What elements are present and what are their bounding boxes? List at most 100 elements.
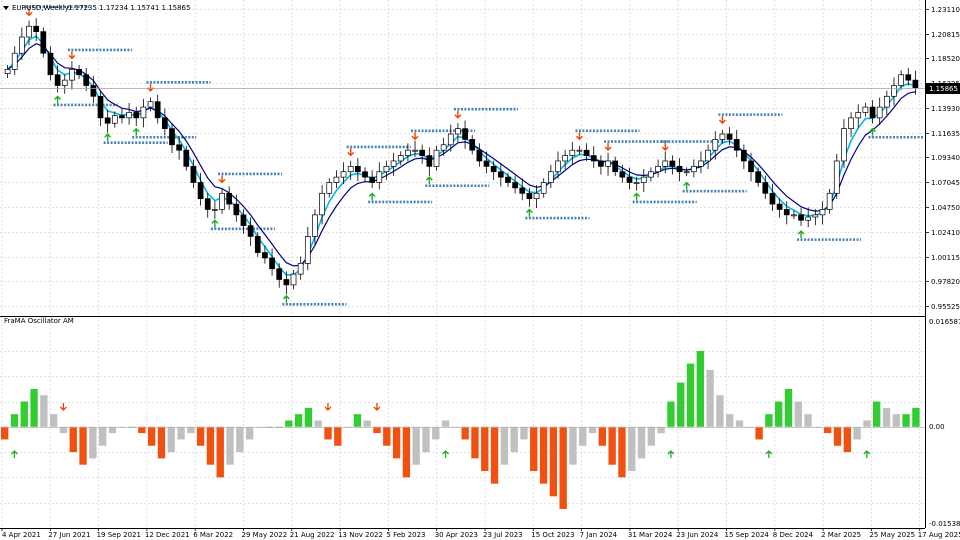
- oscillator-bar: [167, 426, 175, 453]
- candle-body: [26, 25, 32, 38]
- candle-body: [362, 171, 368, 178]
- time-tick-label: 5 Feb 2023: [386, 531, 425, 539]
- oscillator-bar: [608, 426, 616, 465]
- oscillator-bar: [579, 426, 587, 446]
- oscillator-bar: [902, 414, 910, 427]
- candle-body: [783, 209, 790, 216]
- time-tick-label: 31 Mar 2024: [628, 531, 673, 539]
- candle-body: [526, 192, 533, 200]
- candle-body: [633, 182, 640, 184]
- time-tick-label: 21 Aug 2022: [290, 531, 335, 539]
- oscillator-bar: [892, 414, 900, 427]
- candle-body: [483, 160, 490, 167]
- oscillator-bar: [520, 426, 528, 440]
- candle-body: [126, 112, 132, 119]
- oscillator-bar: [402, 426, 411, 478]
- osc-scale-zero: 0.00: [929, 423, 945, 431]
- candle-body: [240, 214, 247, 226]
- oscillator-bar: [677, 382, 685, 427]
- candle-body: [333, 176, 340, 183]
- candle-body: [19, 36, 25, 54]
- candle-body: [555, 160, 561, 173]
- oscillator-bar: [49, 414, 58, 427]
- candle-body: [290, 273, 297, 286]
- candle-body: [576, 149, 583, 152]
- candle-body: [69, 69, 75, 81]
- candle-body: [61, 79, 68, 86]
- candle-body: [590, 155, 597, 162]
- candle-body: [862, 106, 869, 113]
- price-tick-label: 1.20815: [931, 31, 960, 39]
- price-tick-label: 1.23110: [931, 6, 960, 14]
- candle-body: [833, 160, 840, 194]
- price-tick-label: 1.11635: [931, 130, 960, 138]
- candle-body: [876, 106, 883, 119]
- time-tick-label: 19 Sep 2021: [97, 531, 141, 539]
- time-tick-label: 15 Oct 2023: [531, 531, 574, 539]
- price-tick-label: 1.13930: [931, 105, 960, 113]
- candle-body: [805, 216, 812, 221]
- oscillator-bar: [853, 426, 861, 440]
- oscillator-bar: [285, 420, 293, 427]
- candle-body: [726, 133, 733, 140]
- candle-body: [383, 166, 390, 173]
- trading-chart[interactable]: EURUSD,Weekly 1.17235 1.17234 1.15741 1.…: [0, 0, 960, 540]
- oscillator-bar: [422, 426, 430, 453]
- candle-body: [776, 203, 783, 210]
- candle-body: [276, 268, 283, 280]
- oscillator-bar: [20, 401, 28, 427]
- oscillator-bar: [500, 426, 509, 465]
- oscillator-bar: [569, 426, 577, 465]
- oscillator-bar: [784, 388, 793, 427]
- candle-body: [197, 182, 204, 200]
- candle-body: [133, 112, 140, 119]
- oscillator-bar: [657, 426, 665, 434]
- oscillator-bar: [873, 401, 881, 427]
- oscillator-bar: [667, 401, 675, 427]
- oscillator-bar: [461, 426, 469, 440]
- price-tick-label: 1.07045: [931, 179, 960, 187]
- oscillator-bar: [206, 426, 215, 465]
- price-tick-label: 1.04750: [931, 204, 960, 212]
- candle-body: [47, 52, 54, 76]
- time-tick-label: 2 Mar 2025: [821, 531, 861, 539]
- time-tick-label: 27 Jun 2021: [48, 531, 90, 539]
- time-tick-label: 13 Nov 2022: [338, 531, 383, 539]
- oscillator-bar: [334, 426, 342, 446]
- candle-body: [869, 106, 876, 119]
- candle-body: [147, 101, 154, 108]
- oscillator-bar: [353, 414, 362, 427]
- candle-body: [619, 171, 626, 178]
- oscillator-bar: [392, 426, 401, 459]
- candle-body: [33, 25, 40, 32]
- candle-body: [254, 236, 261, 253]
- candle-body: [583, 149, 590, 156]
- oscillator-bar: [383, 426, 391, 446]
- oscillator-bar: [236, 426, 244, 453]
- candle-body: [319, 192, 325, 216]
- candle-body: [476, 149, 483, 162]
- oscillator-bar: [138, 426, 146, 434]
- candle-body: [762, 182, 769, 194]
- candle-body: [826, 192, 833, 210]
- oscillator-bar: [598, 426, 607, 446]
- candle-body: [4, 69, 11, 75]
- candle-body: [719, 133, 726, 140]
- candle-body: [798, 214, 804, 221]
- oscillator-bar: [775, 401, 783, 427]
- oscillator-bar: [314, 420, 322, 427]
- candle-body: [111, 115, 118, 124]
- candle-body: [705, 149, 711, 162]
- candle-body: [204, 198, 211, 210]
- candle-body: [76, 69, 82, 76]
- oscillator-bar: [588, 426, 597, 434]
- candle-body: [376, 171, 383, 183]
- oscillator-bar: [412, 426, 420, 465]
- candle-body: [819, 209, 826, 216]
- price-tick-label: 1.18520: [931, 55, 960, 63]
- candle-body: [90, 85, 97, 97]
- candle-body: [440, 144, 447, 151]
- time-tick-label: 15 Sep 2024: [725, 531, 770, 539]
- time-tick-label: 25 May 2025: [869, 531, 915, 539]
- candle-body: [669, 160, 676, 167]
